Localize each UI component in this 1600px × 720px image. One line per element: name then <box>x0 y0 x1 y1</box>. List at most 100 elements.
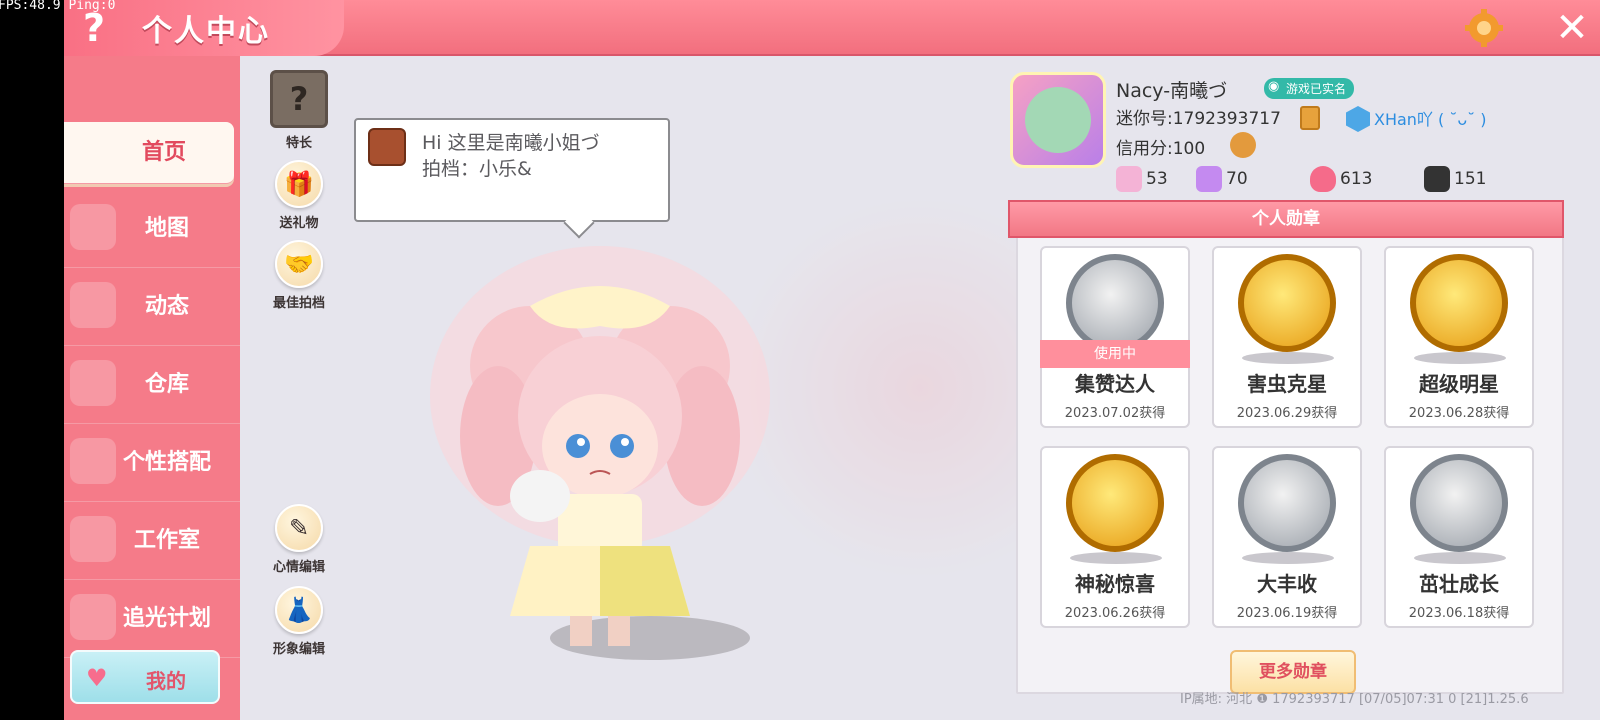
profile-card: Nacy-南曦づ 游戏已实名 迷你号:1792393717 XHan吖 ( ˘ᴗ… <box>1010 72 1570 202</box>
stat-value: 53 <box>1146 169 1168 189</box>
medal-date: 2023.06.28获得 <box>1408 406 1510 421</box>
sidebar-item-label: 工作室 <box>133 528 200 553</box>
page-title: 个人中心 <box>142 14 270 49</box>
credit-score: 信用分:100 <box>1116 139 1206 159</box>
question-box-icon: ? <box>270 70 328 128</box>
partner-avatar-icon <box>368 128 406 166</box>
bell-icon <box>70 282 116 328</box>
specialty-button[interactable]: ? 特长 <box>264 70 334 151</box>
realname-badge: 游戏已实名 <box>1264 78 1355 99</box>
sidebar-item-warehouse[interactable]: 仓库 <box>64 346 240 424</box>
sidebar-item-label: 首页 <box>141 140 186 165</box>
medal-name: 大丰收 <box>1257 572 1317 596</box>
medal-card[interactable]: 大丰收 2023.06.19获得 <box>1212 446 1362 628</box>
plus-icon <box>1116 166 1142 192</box>
sidebar-item-label: 仓库 <box>144 372 189 397</box>
person-icon[interactable] <box>1230 132 1256 158</box>
stat-value: 70 <box>1226 169 1248 189</box>
team-name-link[interactable]: XHan吖 ( ˘ᴗ˘ ) <box>1374 106 1486 130</box>
character-avatar[interactable] <box>420 246 780 676</box>
app-window: ? 个人中心 ✕ 首页 地图 动态 仓库 个性搭配 工作室 追光计划 ♥ 我的 … <box>64 0 1600 720</box>
fps-readout: FPS:48.9 Ping:0 <box>0 0 116 13</box>
medal-name: 超级明星 <box>1419 372 1499 396</box>
sidebar: 首页 地图 动态 仓库 个性搭配 工作室 追光计划 ♥ 我的 <box>64 56 240 720</box>
medal-card[interactable]: 使用中 集赞达人 2023.07.02获得 <box>1040 246 1190 428</box>
coin-shadow <box>1242 352 1334 364</box>
handshake-icon: 🤝 <box>275 240 323 288</box>
medal-date: 2023.07.02获得 <box>1064 406 1166 421</box>
gift-medal-icon <box>1066 454 1164 552</box>
star-medal-icon <box>1410 254 1508 352</box>
sidebar-item-label: 动态 <box>144 294 189 319</box>
heart-icon <box>1424 166 1450 192</box>
sidebar-item-map[interactable]: 地图 <box>64 190 240 268</box>
outfit-icon: 👗 <box>275 586 323 634</box>
sidebar-item-studio[interactable]: 工作室 <box>64 502 240 580</box>
sidebar-item-label: 地图 <box>144 216 189 241</box>
speech-line-1: Hi 这里是南曦小姐づ <box>422 132 600 154</box>
look-edit-label: 形象编辑 <box>272 642 325 657</box>
medal-card[interactable]: 茁壮成长 2023.06.18获得 <box>1384 446 1534 628</box>
sidebar-item-light-plan[interactable]: 追光计划 <box>64 580 240 658</box>
medal-date: 2023.06.19获得 <box>1236 606 1338 621</box>
speech-bubble: Hi 这里是南曦小姐づ 拍档：小乐& <box>354 118 670 222</box>
medal-card[interactable]: 害虫克星 2023.06.29获得 <box>1212 246 1362 428</box>
stat-value: 151 <box>1454 169 1487 189</box>
gift-icon: 🎁 <box>275 160 323 208</box>
heart-icon: ♥ <box>86 664 108 692</box>
coin-shadow <box>1414 352 1506 364</box>
medal-date: 2023.06.29获得 <box>1236 406 1338 421</box>
flame-icon <box>1310 166 1336 192</box>
coin-shadow <box>1242 552 1334 564</box>
best-partner-button[interactable]: 🤝 最佳拍档 <box>264 240 334 311</box>
look-edit-button[interactable]: 👗 形象编辑 <box>264 586 334 657</box>
sidebar-item-feed[interactable]: 动态 <box>64 268 240 346</box>
header-bar: ? 个人中心 ✕ <box>64 0 1600 56</box>
profile-name: Nacy-南曦づ <box>1116 80 1228 102</box>
copy-icon[interactable] <box>1300 106 1320 130</box>
close-button[interactable]: ✕ <box>1552 8 1592 48</box>
sidebar-item-label: 个性搭配 <box>122 450 211 475</box>
house-icon <box>70 360 116 406</box>
stat-add[interactable]: 53 <box>1116 166 1168 194</box>
sidebar-item-label: 追光计划 <box>122 606 211 631</box>
coin-shadow <box>1414 552 1506 564</box>
stat-fire[interactable]: 613 <box>1310 166 1372 194</box>
speech-line-2: 拍档：小乐& <box>422 158 532 180</box>
harvest-medal-icon <box>1238 454 1336 552</box>
mood-edit-label: 心情编辑 <box>272 560 325 575</box>
specialty-label: 特长 <box>285 136 312 151</box>
settings-button[interactable] <box>1462 8 1506 48</box>
best-partner-label: 最佳拍档 <box>272 296 325 311</box>
my-button-label: 我的 <box>146 669 186 693</box>
sidebar-item-outfit[interactable]: 个性搭配 <box>64 424 240 502</box>
stat-value: 613 <box>1340 169 1373 189</box>
stat-popularity[interactable]: 70 <box>1196 166 1248 194</box>
mini-id: 迷你号:1792393717 <box>1116 109 1281 129</box>
coin-shadow <box>1070 552 1162 564</box>
map-icon <box>70 204 116 250</box>
medal-name: 害虫克星 <box>1247 372 1327 396</box>
stat-likes[interactable]: 151 <box>1424 166 1486 194</box>
medal-name: 集赞达人 <box>1075 372 1155 396</box>
cheer-icon <box>1196 166 1222 192</box>
mood-edit-button[interactable]: ✎ 心情编辑 <box>264 504 334 575</box>
ip-location-footer: IP属地: 河北 ❶ 1792393717 [07/05]07:31 0 [21… <box>1180 692 1529 707</box>
medal-card[interactable]: 超级明星 2023.06.28获得 <box>1384 246 1534 428</box>
avatar-face <box>1025 87 1091 153</box>
medal-name: 茁壮成长 <box>1419 572 1499 596</box>
medal-panel-title: 个人勋章 <box>1008 200 1564 238</box>
growth-medal-icon <box>1410 454 1508 552</box>
my-button[interactable]: ♥ 我的 <box>70 650 220 704</box>
profile-avatar[interactable] <box>1010 72 1106 168</box>
sidebar-item-home[interactable]: 首页 <box>64 122 234 184</box>
in-use-badge: 使用中 <box>1040 340 1190 368</box>
gear-icon <box>1465 9 1503 47</box>
main-area: ? 特长 🎁 送礼物 🤝 最佳拍档 ✎ 心情编辑 👗 形象编辑 Hi 这里是南曦… <box>240 56 1600 720</box>
gift-button[interactable]: 🎁 送礼物 <box>264 160 334 231</box>
edit-icon: ✎ <box>275 504 323 552</box>
medal-card[interactable]: 神秘惊喜 2023.06.26获得 <box>1040 446 1190 628</box>
medal-name: 神秘惊喜 <box>1075 572 1155 596</box>
bug-medal-icon <box>1238 254 1336 352</box>
thumbs-up-medal-icon <box>1066 254 1164 352</box>
